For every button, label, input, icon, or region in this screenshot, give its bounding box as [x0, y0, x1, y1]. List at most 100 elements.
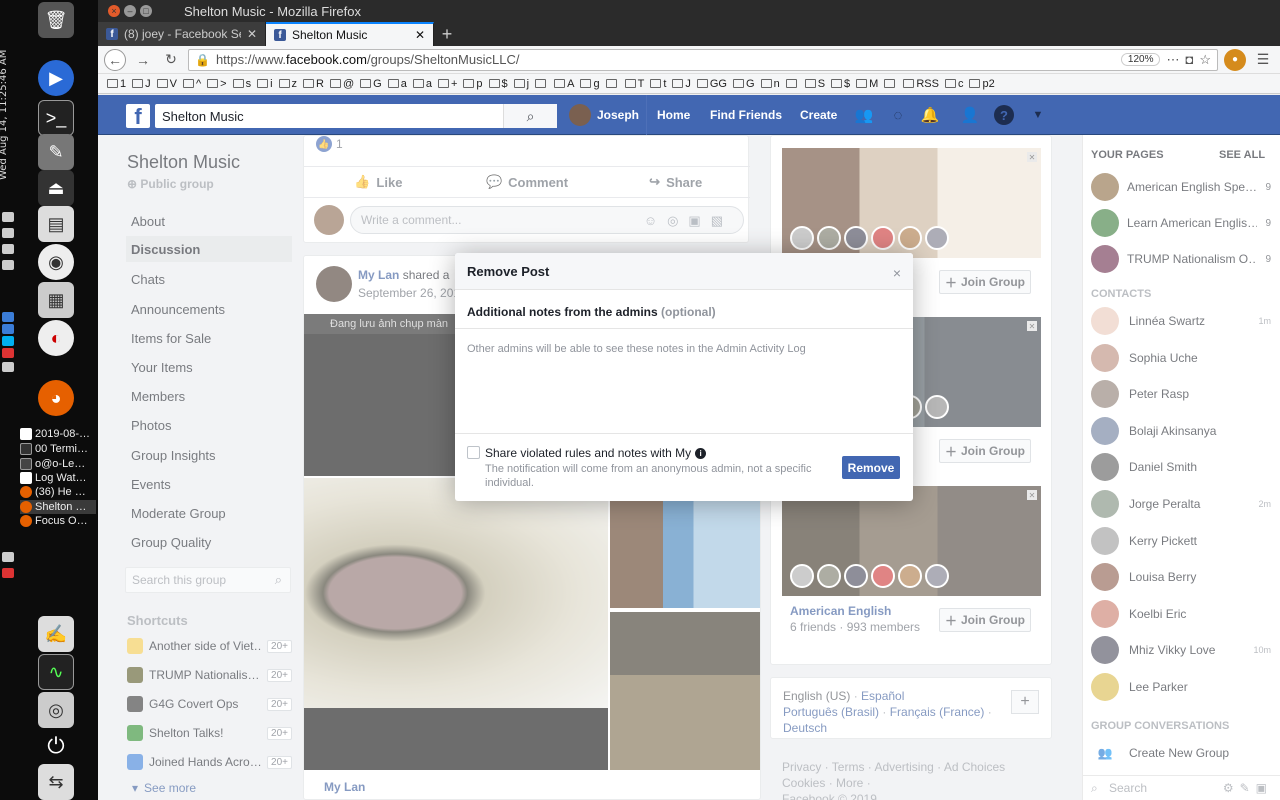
bookmark-item[interactable]: GG	[694, 78, 730, 90]
workspace-switcher-icon[interactable]: ⇆	[38, 764, 74, 800]
vivaldi-icon[interactable]	[2, 568, 14, 578]
bookmark-item[interactable]: RSS	[900, 78, 942, 90]
bookmark-item[interactable]: V	[154, 78, 180, 90]
taskbar-item[interactable]: Log Wat…	[20, 471, 96, 485]
bookmark-item[interactable]	[783, 79, 802, 88]
tab-shelton-music[interactable]: f Shelton Music ✕	[266, 22, 434, 46]
taskbar-item[interactable]: 00 Termi…	[20, 442, 96, 456]
extension-icon[interactable]: ●	[1224, 48, 1246, 71]
close-tab-icon[interactable]: ✕	[415, 28, 425, 42]
bluetooth-icon[interactable]	[2, 228, 14, 238]
bookmark-item[interactable]	[881, 79, 900, 88]
friend-requests-icon[interactable]: 👥	[854, 105, 874, 125]
new-tab-button[interactable]: +	[434, 22, 460, 46]
bookmark-item[interactable]: @	[327, 78, 357, 90]
bookmark-item[interactable]: G	[357, 78, 385, 90]
bookmark-item[interactable]: j	[511, 78, 532, 90]
bookmark-item[interactable]: n	[758, 78, 783, 90]
bookmark-item[interactable]: T	[622, 78, 648, 90]
ubuntu-icon[interactable]: ◉	[38, 244, 74, 280]
taskbar-item[interactable]: Focus O…	[20, 514, 96, 528]
power-icon[interactable]: ⏻	[38, 728, 74, 764]
bookmark-item[interactable]: >	[204, 78, 229, 90]
battery-icon[interactable]	[2, 260, 14, 270]
bookmark-item[interactable]: a	[385, 78, 410, 90]
search-icon[interactable]: ⌕	[503, 104, 557, 128]
bookmark-star-icon[interactable]: ☆	[1199, 52, 1211, 68]
close-window-icon[interactable]: ×	[108, 5, 120, 17]
trash-icon[interactable]: 🗑	[38, 2, 74, 38]
terminal-icon[interactable]: >_	[38, 100, 74, 136]
menu-icon[interactable]: ☰	[1252, 49, 1274, 71]
taskbar-item-active[interactable]: Shelton …	[20, 500, 96, 514]
admin-notes-textarea[interactable]: Other admins will be able to see these n…	[455, 328, 913, 434]
bookmark-item[interactable]: M	[853, 78, 881, 90]
bookmark-item[interactable]: a	[410, 78, 435, 90]
bookmark-item[interactable]	[603, 79, 622, 88]
nav-home[interactable]: Home	[646, 95, 690, 135]
tab-facebook-search[interactable]: f (8) joey - Facebook Searc ✕	[98, 22, 266, 46]
reload-button[interactable]: ↻	[160, 49, 182, 71]
share-violated-rules-checkbox[interactable]	[467, 446, 480, 459]
share-violated-rules-label[interactable]: Share violated rules and notes with My i	[485, 446, 707, 460]
taskbar-item[interactable]: o@o-Le…	[20, 457, 96, 471]
browser-globe-icon[interactable]: ◐	[38, 320, 74, 356]
info-icon[interactable]: i	[695, 447, 707, 459]
bookmark-item[interactable]: $	[486, 78, 511, 90]
tray-app-icon[interactable]	[2, 324, 14, 334]
pocket-icon[interactable]: ◘	[1185, 52, 1193, 67]
bookmark-item[interactable]: R	[300, 78, 327, 90]
tray-app-icon[interactable]	[2, 348, 14, 358]
tray-app-icon[interactable]	[2, 312, 14, 322]
bookmark-item[interactable]: p	[460, 78, 485, 90]
bookmark-item[interactable]: c	[942, 78, 967, 90]
bookmark-item[interactable]: G	[730, 78, 758, 90]
page-actions-icon[interactable]: ⋯	[1166, 52, 1179, 68]
maximize-window-icon[interactable]: □	[140, 5, 152, 17]
taskbar-item[interactable]: (36) He …	[20, 485, 96, 499]
taskbar-item[interactable]: 2019-08-…	[20, 427, 96, 441]
archive-icon[interactable]: ▦	[38, 282, 74, 318]
remove-button[interactable]: Remove	[842, 456, 900, 479]
nav-find-friends[interactable]: Find Friends	[710, 95, 782, 135]
notifications-icon[interactable]: 🔔	[920, 105, 940, 125]
system-monitor-icon[interactable]: ∿	[38, 654, 74, 690]
firefox-icon[interactable]: ◕	[38, 380, 74, 416]
webcam-icon[interactable]: ◎	[38, 692, 74, 728]
help-icon[interactable]: ?	[994, 105, 1014, 125]
text-editor-icon[interactable]: ✍	[38, 616, 74, 652]
scanner-icon[interactable]: ▤	[38, 206, 74, 242]
gimp-icon[interactable]: ✎	[38, 134, 74, 170]
minimize-window-icon[interactable]: –	[124, 5, 136, 17]
forward-button[interactable]: →	[132, 49, 154, 71]
bookmark-item[interactable]: +	[435, 78, 460, 90]
bookmark-item[interactable]: p2	[966, 78, 997, 90]
close-tab-icon[interactable]: ✕	[247, 27, 257, 41]
bookmark-item[interactable]: i	[254, 78, 275, 90]
bookmark-item[interactable]: g	[577, 78, 602, 90]
media-player-icon[interactable]: ▶	[38, 60, 74, 96]
bookmark-item[interactable]: $	[828, 78, 853, 90]
zoom-level[interactable]: 120%	[1120, 53, 1161, 66]
profile-link[interactable]: Joseph	[569, 95, 639, 135]
bookmark-item[interactable]: S	[802, 78, 828, 90]
back-button[interactable]: ←	[104, 48, 126, 71]
bookmark-item[interactable]: z	[276, 78, 301, 90]
tray-app-icon[interactable]	[2, 362, 14, 372]
volume-icon[interactable]	[2, 244, 14, 254]
url-bar[interactable]: 🔒 https://www.facebook.com/groups/Shelto…	[188, 48, 1218, 71]
close-icon[interactable]: ×	[893, 265, 901, 281]
admin-icon[interactable]: 👤	[960, 105, 980, 125]
bookmark-item[interactable]	[532, 79, 551, 88]
bookmark-item[interactable]: t	[647, 78, 669, 90]
nav-create[interactable]: Create	[800, 95, 837, 135]
eject-icon[interactable]: ⏏	[38, 170, 74, 206]
facebook-logo-icon[interactable]: f	[126, 104, 150, 128]
account-menu-icon[interactable]: ▼	[1028, 105, 1048, 125]
bookmark-item[interactable]: A	[551, 78, 577, 90]
bookmark-item[interactable]: s	[230, 78, 255, 90]
bookmark-item[interactable]: J	[129, 78, 154, 90]
bookmark-item[interactable]: 1	[104, 78, 129, 90]
wifi-icon[interactable]	[2, 212, 14, 222]
skype-icon[interactable]	[2, 336, 14, 346]
